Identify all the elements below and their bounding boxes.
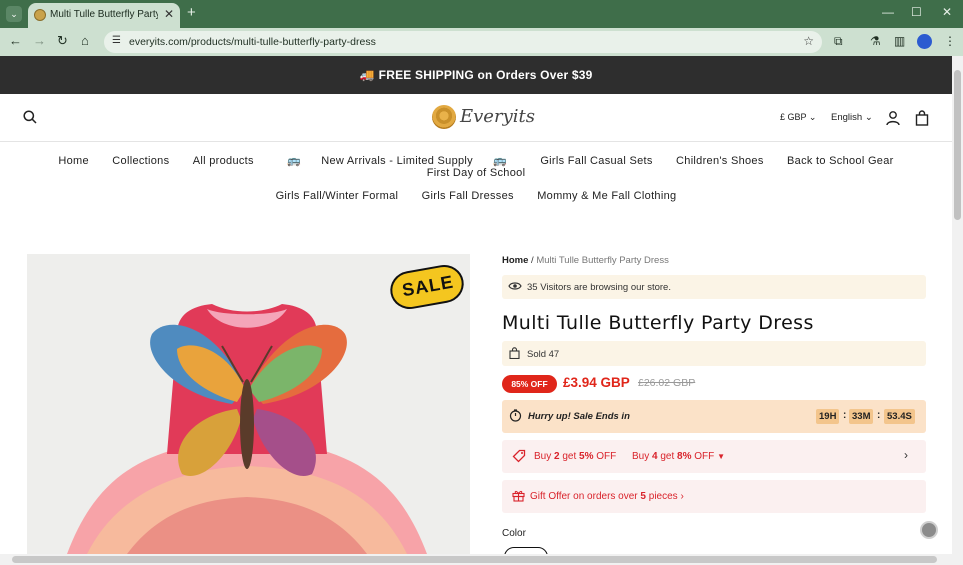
profile-avatar-icon[interactable]	[917, 34, 932, 49]
floating-chat-icon[interactable]	[920, 521, 938, 539]
timer-hours: 19H	[816, 409, 840, 424]
discount-badge: 85% OFF	[502, 375, 557, 393]
quantity-discount-offers[interactable]: Buy 2 get 5% OFF Buy 4 get 8% OFF ▼ ›	[502, 440, 926, 473]
bus-icon: 🚌	[287, 155, 302, 167]
color-label: Color	[502, 528, 526, 539]
nav-item-girls-fall-winter-formal[interactable]: Girls Fall/Winter Formal	[276, 190, 399, 202]
bookmark-star-icon[interactable]: ☆	[803, 34, 814, 48]
breadcrumb-current: Multi Tulle Butterfly Party Dress	[536, 255, 669, 266]
shopping-bag-icon	[509, 347, 520, 359]
visitors-notice: 35 Visitors are browsing our store.	[502, 275, 926, 299]
browser-tab[interactable]: Multi Tulle Butterfly Party Dress ✕	[28, 3, 180, 28]
vertical-scrollbar[interactable]	[952, 56, 963, 554]
cart-bag-icon[interactable]	[914, 110, 930, 126]
maximize-icon[interactable]: ☐	[911, 5, 922, 19]
price-row: 85% OFF £3.94 GBP £26.02 GBP	[502, 374, 926, 394]
gift-offer[interactable]: Gift Offer on orders over 5 pieces ›	[502, 480, 926, 513]
product-title: Multi Tulle Butterfly Party Dress	[502, 312, 814, 334]
horizontal-scrollbar[interactable]	[0, 554, 963, 565]
truck-icon: 🚚	[359, 68, 375, 82]
tab-close-icon[interactable]: ✕	[164, 7, 174, 21]
labs-flask-icon[interactable]: ⚗	[870, 34, 881, 48]
breadcrumb-separator: /	[531, 255, 534, 266]
site-info-icon[interactable]: ☰	[112, 35, 121, 46]
hurry-text: Hurry up! Sale Ends in	[528, 411, 630, 422]
rose-logo-icon	[432, 105, 456, 129]
nav-item-new-arrivals[interactable]: 🚌 New Arrivals - Limited Supply 🚌	[277, 154, 517, 167]
caret-down-icon: ▼	[717, 452, 725, 461]
site-header: Everyits £ GBP ⌄ English ⌄	[0, 94, 952, 142]
price-tag-icon	[512, 449, 526, 463]
nav-item-all-products[interactable]: All products	[193, 155, 254, 167]
chevron-right-icon: ›	[680, 491, 684, 502]
eye-icon	[508, 282, 522, 290]
offer-buy-4: Buy 4 get 8% OFF ▼	[632, 451, 725, 462]
forward-icon[interactable]: →	[33, 33, 46, 48]
vertical-scrollbar-thumb[interactable]	[954, 70, 961, 220]
nav-item-girls-fall-dresses[interactable]: Girls Fall Dresses	[422, 190, 514, 202]
window-close-icon[interactable]: ✕	[942, 5, 952, 19]
offer-buy-2: Buy 2 get 5% OFF	[534, 451, 617, 462]
logo-text: Everyits	[460, 106, 535, 127]
side-panel-icon[interactable]: ▥	[894, 34, 905, 48]
breadcrumb: Home / Multi Tulle Butterfly Party Dress	[502, 255, 926, 266]
timer-minutes: 33M	[849, 409, 874, 424]
color-swatch[interactable]	[504, 547, 548, 554]
chevron-right-icon[interactable]: ›	[904, 448, 908, 462]
announcement-bar: 🚚 FREE SHIPPING on Orders Over $39	[0, 56, 952, 94]
nav-item-girls-fall-casual-sets[interactable]: Girls Fall Casual Sets	[540, 155, 652, 167]
nav-item-first-day-of-school[interactable]: First Day of School	[427, 167, 526, 179]
chevron-down-icon: ⌄	[808, 112, 817, 122]
browser-tab-strip: ⌄ Multi Tulle Butterfly Party Dress ✕ + …	[0, 0, 963, 28]
minimize-icon[interactable]: —	[882, 5, 894, 19]
browser-toolbar: ← → ↻ ⌂ ☰ everyits.com/products/multi-tu…	[0, 28, 963, 56]
nav-item-back-to-school-gear[interactable]: Back to School Gear	[787, 155, 894, 167]
currency-selector[interactable]: £ GBP ⌄	[780, 112, 816, 123]
main-nav-row-2: Girls Fall/Winter Formal Girls Fall Dres…	[0, 190, 952, 202]
sale-badge: SALE	[387, 261, 468, 313]
timer-separator: :	[843, 410, 847, 421]
compare-at-price: £26.02 GBP	[638, 377, 696, 389]
sale-price: £3.94 GBP	[563, 375, 630, 390]
timer-seconds: 53.4S	[884, 409, 915, 424]
account-icon[interactable]	[885, 110, 901, 126]
tab-title: Multi Tulle Butterfly Party Dress	[50, 9, 158, 20]
chevron-down-icon: ⌄	[864, 112, 873, 123]
timer-separator: :	[877, 410, 881, 421]
nav-item-home[interactable]: Home	[58, 155, 89, 167]
announcement-text: FREE SHIPPING on Orders Over $39	[378, 68, 593, 82]
extensions-icon[interactable]: ⧉	[834, 34, 843, 49]
url-text: everyits.com/products/multi-tulle-butter…	[129, 36, 376, 48]
new-tab-icon[interactable]: +	[187, 4, 196, 21]
tab-search-icon[interactable]: ⌄	[6, 6, 22, 22]
nav-item-collections[interactable]: Collections	[112, 155, 169, 167]
browser-menu-icon[interactable]: ⋮	[944, 34, 956, 48]
breadcrumb-home-link[interactable]: Home	[502, 255, 528, 266]
sold-text: Sold 47	[527, 349, 560, 360]
home-icon[interactable]: ⌂	[81, 33, 89, 48]
language-value: English	[831, 112, 863, 123]
gift-offer-text: Gift Offer on orders over 5 pieces ›	[530, 491, 684, 502]
currency-value: £ GBP	[780, 112, 807, 122]
address-bar[interactable]: ☰ everyits.com/products/multi-tulle-butt…	[104, 31, 822, 53]
stopwatch-icon	[509, 409, 522, 422]
sale-countdown: Hurry up! Sale Ends in 19H : 33M : 53.4S	[502, 400, 926, 433]
reload-icon[interactable]: ↻	[57, 33, 68, 49]
gift-icon	[512, 490, 525, 502]
back-icon[interactable]: ←	[9, 33, 22, 48]
nav-item-mommy-and-me[interactable]: Mommy & Me Fall Clothing	[537, 190, 676, 202]
main-nav-row-1: Home Collections All products 🚌 New Arriv…	[0, 154, 952, 179]
site-favicon-icon	[34, 9, 46, 21]
bus-icon: 🚌	[492, 155, 507, 167]
language-selector[interactable]: English ⌄	[831, 112, 873, 123]
nav-item-childrens-shoes[interactable]: Children's Shoes	[676, 155, 764, 167]
search-icon[interactable]	[23, 110, 37, 124]
horizontal-scrollbar-thumb[interactable]	[12, 556, 937, 563]
page-viewport: 🚚 FREE SHIPPING on Orders Over $39 Everyi…	[0, 56, 952, 554]
sold-count: Sold 47	[502, 341, 926, 366]
visitors-text: 35 Visitors are browsing our store.	[527, 282, 671, 293]
nav-item-new-arrivals-label: New Arrivals - Limited Supply	[321, 155, 473, 167]
